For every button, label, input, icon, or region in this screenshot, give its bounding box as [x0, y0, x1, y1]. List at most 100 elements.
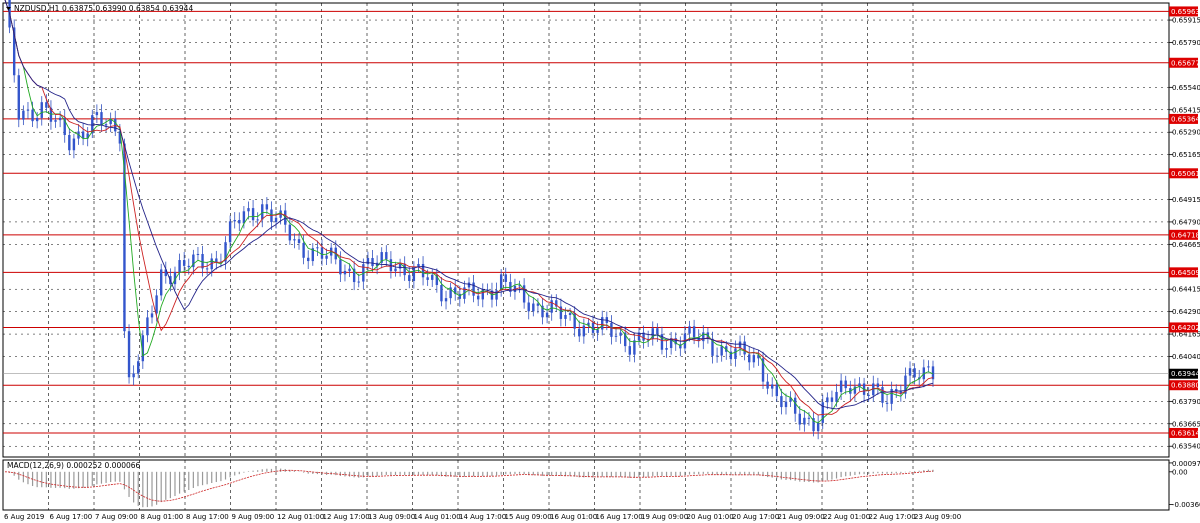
time-tick-label: 22 Aug 17:00 [869, 513, 916, 521]
candle-body [867, 394, 870, 396]
price-tick-label: 0.65165 [1172, 151, 1200, 159]
candle-body [412, 267, 416, 281]
candle-body [68, 134, 71, 151]
candle-body [339, 259, 342, 275]
macd-tick-label: 0.000978 [1172, 460, 1200, 468]
candle-body [476, 295, 480, 300]
candle-body [913, 368, 916, 378]
candle-body [839, 380, 843, 392]
level-tag-label: 0.64718 [1171, 231, 1200, 239]
price-tick-label: 0.64415 [1172, 286, 1200, 294]
candle-body [357, 281, 360, 283]
candle-body [793, 397, 797, 414]
candle-body [472, 282, 475, 296]
time-tick-label: 20 Aug 01:00 [687, 513, 734, 521]
candle-body [844, 380, 847, 389]
price-tick-label: 0.63665 [1172, 420, 1200, 428]
candle-body [692, 326, 696, 338]
candle-body [908, 368, 912, 376]
time-tick-label: 16 Aug 17:00 [596, 513, 643, 521]
time-tick-label: 22 Aug 01:00 [823, 513, 870, 521]
candle-body [830, 397, 834, 402]
candle-body [205, 268, 209, 270]
time-tick-label: 7 Aug 09:00 [95, 513, 138, 521]
candle-body [532, 303, 535, 312]
macd-axis: 0.0009780.00 -0.003603 [1169, 460, 1200, 509]
candle-body [601, 317, 604, 330]
candle-body [228, 221, 232, 243]
candle-body [536, 303, 540, 306]
time-axis: 6 Aug 2019 6 Aug 17:00 7 Aug 09:00 8 Aug 01… [4, 513, 961, 521]
candle-body [196, 253, 200, 255]
candle-body [614, 335, 618, 337]
candle-body [17, 75, 20, 120]
ohlc-values: 0.63875 0.63990 0.63854 0.63944 [62, 4, 193, 13]
candle-body [803, 417, 806, 425]
candle-body [297, 239, 301, 244]
candle-body [265, 204, 269, 210]
symbol-label: NZDUSD,H1 [14, 4, 60, 13]
price-tick-label: 0.63790 [1172, 398, 1200, 406]
candle-body [58, 117, 62, 121]
candle-body [578, 328, 581, 337]
candle-body [261, 204, 264, 220]
candle-body [72, 138, 76, 151]
time-tick-label: 8 Aug 01:00 [141, 513, 184, 521]
candle-body [242, 211, 246, 224]
candle-body [178, 260, 181, 273]
candle-body [431, 274, 434, 280]
candle-body [155, 295, 158, 314]
current-price-label: 0.63944 [1171, 370, 1200, 378]
time-tick-label: 6 Aug 2019 [4, 513, 44, 521]
candle-body [385, 252, 388, 260]
candle-body [288, 224, 292, 241]
time-tick-label: 8 Aug 17:00 [186, 513, 229, 521]
price-chart: 0.65915 0.65790 0.65540 0.65415 0.65290 0.651… [2, 0, 1200, 521]
candle-body [426, 277, 429, 280]
candle-body [343, 270, 347, 275]
candle-body [656, 328, 659, 335]
time-tick-label: 9 Aug 09:00 [232, 513, 275, 521]
candle-body [504, 274, 507, 282]
candle-body [582, 325, 586, 337]
candle-body [564, 315, 567, 319]
candle-body [348, 268, 351, 271]
price-tick-label: 0.64790 [1172, 218, 1200, 226]
price-tick-label: 0.65540 [1172, 84, 1200, 92]
time-tick-label: 14 Aug 01:00 [414, 513, 461, 521]
candle-body [394, 268, 397, 272]
candle-body [835, 391, 838, 402]
candle-body [371, 258, 374, 267]
candle-body [159, 269, 163, 296]
candle-body [720, 346, 723, 356]
price-tick-label: 0.65915 [1172, 17, 1200, 25]
level-tag-label: 0.63614 [1171, 429, 1200, 437]
time-tick-label: 6 Aug 17:00 [50, 513, 93, 521]
candle-body [771, 384, 774, 389]
candle-body [780, 396, 783, 408]
main-pane [2, 2, 1170, 458]
indicator-pane [2, 459, 1170, 511]
candle-body [748, 354, 751, 363]
candle-body [807, 417, 811, 419]
candle-body [251, 208, 255, 221]
candle-body [596, 329, 599, 333]
level-tag-label: 0.65963 [1171, 8, 1200, 16]
candle-body [187, 265, 190, 268]
time-tick-label: 16 Aug 01:00 [550, 513, 597, 521]
level-tag-label: 0.63880 [1171, 382, 1200, 390]
candle-body [403, 263, 406, 276]
candle-body [784, 401, 788, 408]
price-tick-label: 0.64040 [1172, 353, 1200, 361]
candle-body [885, 402, 889, 404]
candle-body [146, 317, 149, 336]
candle-body [150, 313, 154, 318]
candle-body [31, 109, 34, 122]
candle-body [307, 257, 310, 262]
price-tick-label: 0.65290 [1172, 129, 1200, 137]
candle-body [444, 298, 448, 302]
time-tick-label: 13 Aug 09:00 [368, 513, 415, 521]
candle-body [881, 387, 884, 403]
candle-body [743, 341, 746, 355]
time-tick-label: 12 Aug 17:00 [323, 513, 370, 521]
